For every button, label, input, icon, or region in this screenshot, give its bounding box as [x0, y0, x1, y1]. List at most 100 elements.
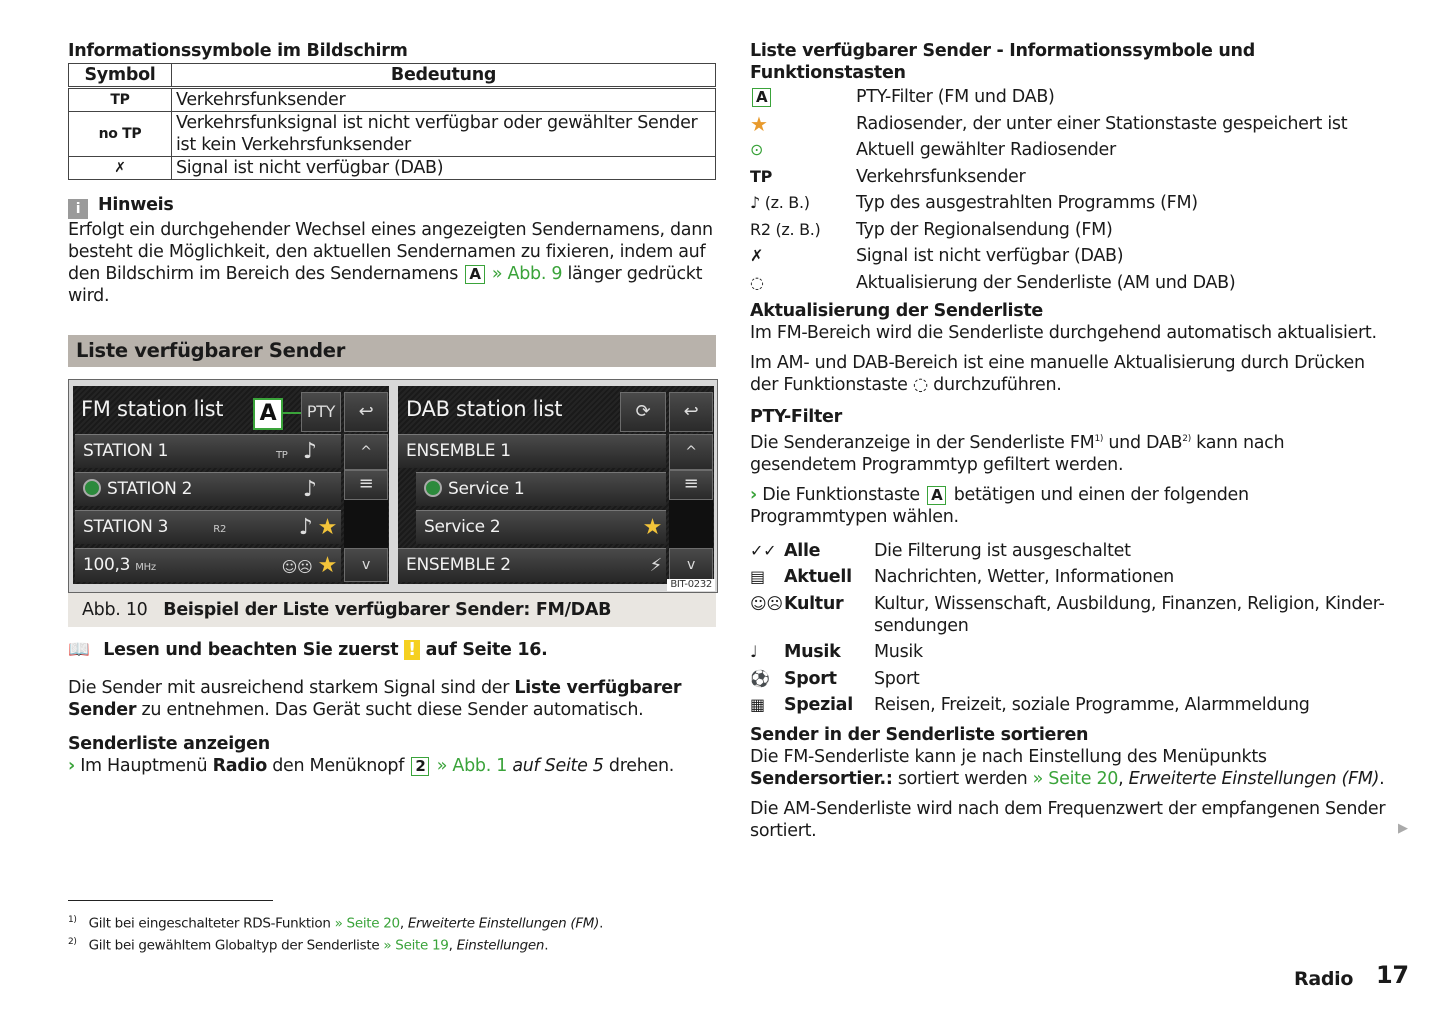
legend-item: ♪ (z. B.) Typ des ausgestrahlten Programm… — [750, 190, 1390, 217]
scrollbar[interactable]: ^ ≡ v — [669, 434, 713, 582]
newspaper-icon: ▤ — [750, 567, 765, 587]
table-header-row: Symbol Bedeutung — [68, 63, 716, 89]
station-name: STATION 1 — [83, 441, 169, 461]
legend-item: ◌ Aktualisierung der Senderliste (AM und … — [750, 270, 1390, 297]
soccer-ball-icon: ⚽ — [750, 668, 770, 688]
fm-screen-title: FM station list — [81, 397, 224, 421]
legend-text: Typ des ausgestrahlten Programms (FM) — [856, 193, 1198, 214]
footnote-ref[interactable]: 1) — [1094, 434, 1103, 444]
left-column: Informationssymbole im Bildschirm Symbol… — [68, 40, 718, 777]
scroll-up-button[interactable]: ^ — [669, 434, 713, 470]
refresh-icon: ⟳ — [635, 401, 651, 422]
scroll-handle[interactable]: ≡ — [344, 470, 388, 500]
pty-text: Die Senderanzeige in der Senderliste FM — [750, 432, 1095, 453]
back-button[interactable]: ↩ — [669, 392, 713, 432]
update-paragraph: Im AM- und DAB-Bereich ist eine manuelle… — [750, 352, 1390, 396]
table-row: TP Verkehrsfunksender — [68, 87, 716, 112]
figure-link[interactable]: » Abb. 9 — [492, 264, 563, 284]
refresh-icon: ◌ — [912, 375, 928, 395]
sort-bold: Sendersortier.: — [750, 769, 893, 790]
footnote-ref[interactable]: 2) — [1182, 434, 1191, 444]
table-row: ✗ Signal ist nicht verfügbar (DAB) — [68, 156, 716, 180]
refresh-button[interactable]: ⟳ — [620, 392, 666, 432]
legend-text: Typ der Regionalsendung (FM) — [856, 219, 1113, 240]
station-name: STATION 2 — [107, 479, 193, 499]
legend-item: ★ Radiosender, der unter einer Stationsta… — [750, 111, 1390, 138]
filter-name: Alle — [784, 540, 821, 561]
filter-name: Aktuell — [784, 567, 852, 588]
symbol-table-title: Informationssymbole im Bildschirm — [68, 41, 408, 61]
no-signal-antenna-icon: ✗ — [750, 246, 764, 266]
station-row[interactable]: 100,3 MHz ☺☹ ★ — [75, 548, 341, 582]
music-note-icon: ♩ — [750, 642, 758, 662]
station-row[interactable]: STATION 3 R2 ♪ ★ — [75, 510, 341, 544]
info-icon: i — [68, 199, 88, 219]
legend-text: Radiosender, der unter einer Stationstas… — [856, 113, 1348, 134]
show-list-step: › Im Hauptmenü Radio den Menüknopf 2 » A… — [68, 755, 716, 777]
service-row[interactable]: Service 1 — [416, 472, 666, 506]
step-text: drehen. — [608, 756, 675, 776]
caption-text: Beispiel der Liste verfügbarer Sender: F… — [163, 600, 612, 620]
service-row[interactable]: Service 2 ★ — [416, 510, 666, 544]
no-signal-antenna-icon: ⚡ — [649, 555, 663, 576]
next-page-icon[interactable]: ▶ — [1398, 818, 1408, 840]
scrollbar[interactable]: ^ ≡ v — [344, 434, 388, 582]
scroll-down-button[interactable]: v — [669, 548, 713, 582]
star-icon: ★ — [750, 111, 768, 136]
figure-caption: Abb. 10 Beispiel der Liste verfügbarer S… — [68, 593, 716, 627]
footnote-text: Gilt bei gewähltem Globaltyp der Senderl… — [88, 937, 380, 953]
filter-desc: Reisen, Freizeit, soziale Programme, Ala… — [874, 695, 1310, 716]
intro-paragraph: Die Sender mit ausreichend starkem Signa… — [68, 677, 716, 721]
step-text: Im Hauptmenü — [80, 756, 208, 776]
ensemble-name: ENSEMBLE 2 — [406, 555, 511, 575]
legend-text: PTY-Filter (FM und DAB) — [856, 87, 1055, 108]
row-meaning: Verkehrsfunksignal ist nicht verfügbar o… — [171, 111, 716, 157]
footnote-italic: Erweiterte Einstellungen (FM) — [407, 915, 600, 932]
footnote-divider — [68, 900, 273, 901]
legend-list: A PTY-Filter (FM und DAB) ★ Radiosender, d… — [750, 84, 1390, 296]
station-row[interactable]: STATION 1 TP ♪ — [75, 434, 341, 468]
theater-masks-icon: ☺☹ — [750, 593, 783, 613]
footnote: 1) Gilt bei eingeschalteter RDS-Funktion… — [68, 915, 604, 932]
page-link[interactable]: » Seite 20 — [1033, 769, 1119, 789]
table-row: no TP Verkehrsfunksignal ist nicht verfü… — [68, 111, 716, 157]
read-first-page[interactable]: auf Seite 16. — [426, 640, 548, 660]
pty-step: › Die Funktionstaste A betätigen und ein… — [750, 484, 1390, 528]
pty-button[interactable]: PTY — [301, 392, 341, 432]
station-name: STATION 3 — [83, 517, 169, 537]
music-note-icon: ♪ (z. B.) — [750, 193, 810, 213]
back-button[interactable]: ↩ — [344, 392, 388, 432]
dab-screen-title: DAB station list — [406, 397, 563, 421]
caption-number: Abb. 10 — [82, 600, 148, 620]
step-text: Die Funktionstaste — [762, 484, 920, 505]
footer-section-name: Radio — [1294, 968, 1354, 990]
footnote-number: 2) — [68, 936, 77, 947]
figure-link[interactable]: » Abb. 1 — [437, 756, 508, 776]
page-link[interactable]: » Seite 19 — [383, 937, 449, 953]
show-list-section: Senderliste anzeigen › Im Hauptmenü Radi… — [68, 733, 716, 777]
legend-text: Signal ist nicht verfügbar (DAB) — [856, 246, 1124, 267]
scroll-down-button[interactable]: v — [344, 548, 388, 582]
music-note-icon: ♪ — [302, 477, 317, 502]
page-link[interactable]: » Seite 20 — [335, 916, 401, 932]
page-ref: auf Seite 5 — [512, 756, 604, 776]
station-list-figure: FM station list A PTY ↩ STATION 1 TP ♪ S… — [68, 379, 718, 593]
footnotes: 1) Gilt bei eingeschalteter RDS-Funktion… — [68, 900, 668, 954]
back-icon: ↩ — [358, 401, 374, 422]
scroll-handle[interactable]: ≡ — [669, 470, 713, 500]
play-circle-icon — [83, 479, 101, 497]
star-icon: ★ — [317, 553, 338, 578]
legend-text: Verkehrsfunksender — [856, 166, 1026, 187]
back-icon: ↩ — [683, 401, 699, 422]
footnote: 2) Gilt bei gewähltem Globaltyp der Send… — [68, 936, 549, 954]
filter-name: Sport — [784, 668, 837, 689]
station-row[interactable]: STATION 2 ♪ — [75, 472, 341, 506]
tp-tag: TP — [275, 450, 288, 461]
ensemble-row[interactable]: ENSEMBLE 1 — [398, 434, 666, 468]
ensemble-row[interactable]: ENSEMBLE 2 ⚡ — [398, 548, 666, 582]
scroll-up-button[interactable]: ^ — [344, 434, 388, 470]
filter-name: Musik — [784, 642, 841, 663]
filter-desc: Musik — [874, 642, 923, 663]
legend-item: R2 (z. B.) Typ der Regionalsendung (FM) — [750, 217, 1390, 244]
music-note-icon: ♪ — [298, 515, 313, 540]
